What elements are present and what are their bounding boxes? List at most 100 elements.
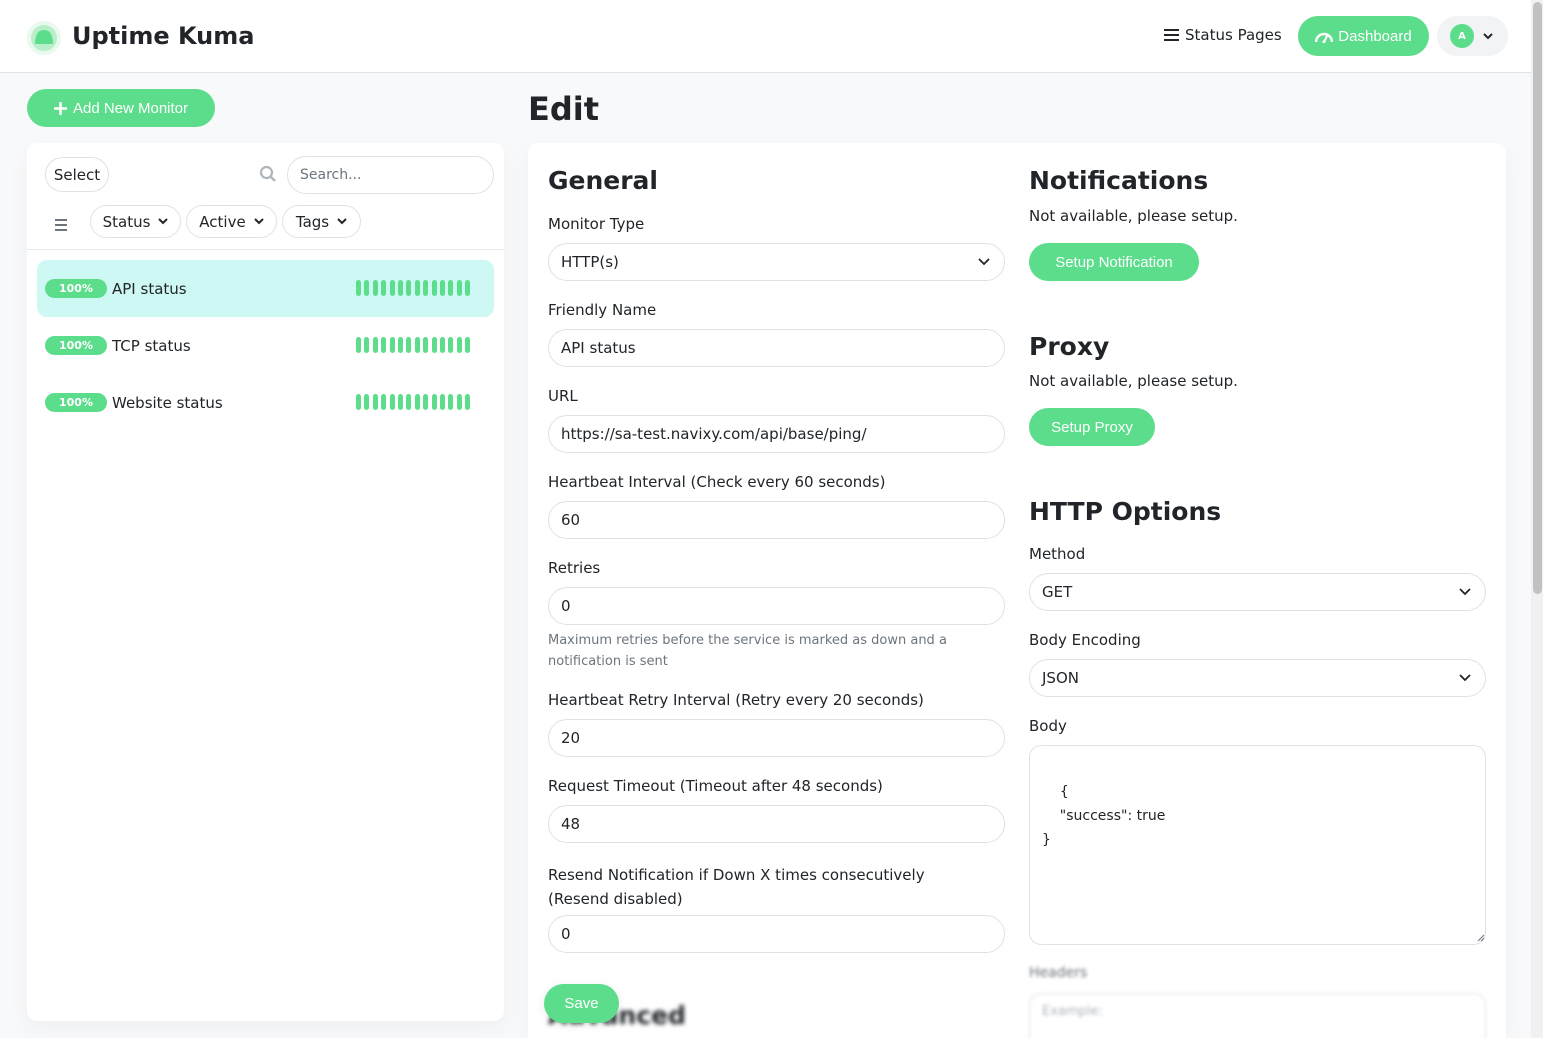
heartbeat-beat[interactable]	[448, 280, 454, 296]
url-input[interactable]: https://sa-test.navixy.com/api/base/ping…	[548, 415, 1005, 453]
uptime-badge: 100%	[45, 279, 107, 298]
monitor-name: TCP status	[112, 336, 191, 355]
heartbeat-beat[interactable]	[448, 337, 454, 353]
retries-label: Retries	[548, 559, 601, 577]
heartbeat-beat[interactable]	[456, 337, 462, 353]
heartbeat-interval-input[interactable]: 60	[548, 501, 1005, 539]
heartbeat-beat[interactable]	[389, 394, 395, 410]
proxy-empty-text: Not available, please setup.	[1029, 372, 1238, 390]
heartbeat-beat[interactable]	[456, 394, 462, 410]
status-filter-dropdown[interactable]: Status	[90, 205, 181, 238]
method-value: GET	[1042, 583, 1073, 601]
active-filter-dropdown[interactable]: Active	[186, 205, 277, 238]
chevron-down-icon	[978, 258, 990, 266]
heartbeat-beat[interactable]	[372, 337, 378, 353]
headers-placeholder: Example:	[1042, 1004, 1103, 1019]
app-title[interactable]: Uptime Kuma	[72, 22, 254, 50]
heartbeat-beat[interactable]	[381, 280, 387, 296]
uptime-kuma-logo-icon[interactable]	[26, 20, 62, 56]
monitor-type-select[interactable]: HTTP(s)	[548, 243, 1005, 281]
heartbeat-beat[interactable]	[414, 337, 420, 353]
method-select[interactable]: GET	[1029, 573, 1486, 611]
chevron-down-icon	[1459, 674, 1471, 682]
active-filter-label: Active	[199, 212, 246, 231]
retry-interval-input[interactable]: 20	[548, 719, 1005, 757]
heartbeat-beat[interactable]	[465, 280, 471, 296]
heartbeat-beat[interactable]	[381, 394, 387, 410]
filter-menu-icon[interactable]	[55, 216, 67, 234]
save-button[interactable]: Save	[544, 984, 619, 1023]
heartbeat-beat[interactable]	[406, 280, 412, 296]
heartbeat-beat[interactable]	[431, 337, 437, 353]
setup-proxy-button[interactable]: Setup Proxy	[1029, 408, 1155, 446]
resize-grip-icon[interactable]	[1477, 934, 1485, 942]
list-divider	[27, 249, 504, 250]
scrollbar-thumb[interactable]	[1533, 2, 1542, 594]
setup-notification-button[interactable]: Setup Notification	[1029, 243, 1199, 281]
user-menu-dropdown[interactable]: A	[1437, 16, 1508, 56]
request-timeout-input[interactable]: 48	[548, 805, 1005, 843]
heartbeat-beat[interactable]	[465, 394, 471, 410]
avatar: A	[1450, 24, 1474, 48]
select-button[interactable]: Select	[45, 157, 109, 192]
status-filter-label: Status	[102, 212, 151, 231]
add-new-monitor-label: Add New Monitor	[72, 99, 189, 117]
heartbeat-beat[interactable]	[364, 337, 370, 353]
heartbeat-beat[interactable]	[372, 394, 378, 410]
heartbeat-beat[interactable]	[423, 280, 429, 296]
monitor-item-website-status[interactable]: 100% Website status	[37, 374, 494, 431]
body-encoding-select[interactable]: JSON	[1029, 659, 1486, 697]
heartbeat-beat[interactable]	[356, 394, 361, 410]
retries-input[interactable]: 0	[548, 587, 1005, 625]
search-input[interactable]	[287, 156, 494, 194]
heartbeat-beat[interactable]	[389, 337, 395, 353]
heartbeat-beat[interactable]	[406, 394, 412, 410]
heartbeat-beat[interactable]	[439, 337, 445, 353]
heartbeat-beat[interactable]	[397, 280, 403, 296]
resend-notification-input[interactable]: 0	[548, 915, 1005, 953]
heartbeat-beat[interactable]	[356, 280, 361, 296]
heartbeat-beat[interactable]	[465, 337, 471, 353]
resend-notification-label: Resend Notification if Down X times cons…	[548, 866, 925, 908]
chevron-down-icon	[158, 218, 169, 225]
heartbeat-beat[interactable]	[372, 280, 378, 296]
monitor-item-tcp-status[interactable]: 100% TCP status	[37, 317, 494, 374]
headers-textarea[interactable]: Example:	[1029, 993, 1486, 1038]
heartbeat-beat[interactable]	[356, 337, 361, 353]
heartbeat-beat[interactable]	[423, 394, 429, 410]
body-label: Body	[1029, 717, 1067, 735]
dashboard-label: Dashboard	[1338, 27, 1412, 45]
heartbeat-beat[interactable]	[414, 280, 420, 296]
heartbeat-beat[interactable]	[439, 394, 445, 410]
monitor-list-panel: Select Status Active Tags 100% API statu…	[27, 143, 504, 1021]
heartbeat-beat[interactable]	[406, 337, 412, 353]
heartbeat-beat[interactable]	[423, 337, 429, 353]
heartbeat-beat[interactable]	[456, 280, 462, 296]
dashboard-button[interactable]: Dashboard	[1298, 16, 1429, 56]
heartbeat-beat[interactable]	[397, 337, 403, 353]
heartbeat-beat[interactable]	[431, 280, 437, 296]
tags-filter-dropdown[interactable]: Tags	[282, 205, 361, 238]
url-label: URL	[548, 387, 578, 405]
body-textarea[interactable]: { "success": true }	[1029, 745, 1486, 945]
heartbeat-beat[interactable]	[397, 394, 403, 410]
heartbeat-beat[interactable]	[414, 394, 420, 410]
heartbeat-interval-label: Heartbeat Interval (Check every 60 secon…	[548, 473, 886, 491]
notifications-section-title: Notifications	[1029, 166, 1209, 195]
heartbeat-beat[interactable]	[439, 280, 445, 296]
heartbeat-beat[interactable]	[364, 280, 370, 296]
chevron-down-icon	[1483, 32, 1493, 39]
add-new-monitor-button[interactable]: Add New Monitor	[27, 89, 215, 127]
status-pages-link[interactable]: Status Pages	[1164, 26, 1282, 44]
heartbeat-beat[interactable]	[364, 394, 370, 410]
heartbeat-beat[interactable]	[448, 394, 454, 410]
monitor-item-api-status[interactable]: 100% API status	[37, 260, 494, 317]
chevron-down-icon	[337, 218, 347, 225]
chevron-down-icon	[1459, 588, 1471, 596]
heartbeat-beat[interactable]	[431, 394, 437, 410]
heartbeat-beat[interactable]	[389, 280, 395, 296]
monitor-name: Website status	[112, 393, 223, 412]
retries-hint: Maximum retries before the service is ma…	[548, 633, 947, 669]
friendly-name-input[interactable]: API status	[548, 329, 1005, 367]
heartbeat-beat[interactable]	[381, 337, 387, 353]
